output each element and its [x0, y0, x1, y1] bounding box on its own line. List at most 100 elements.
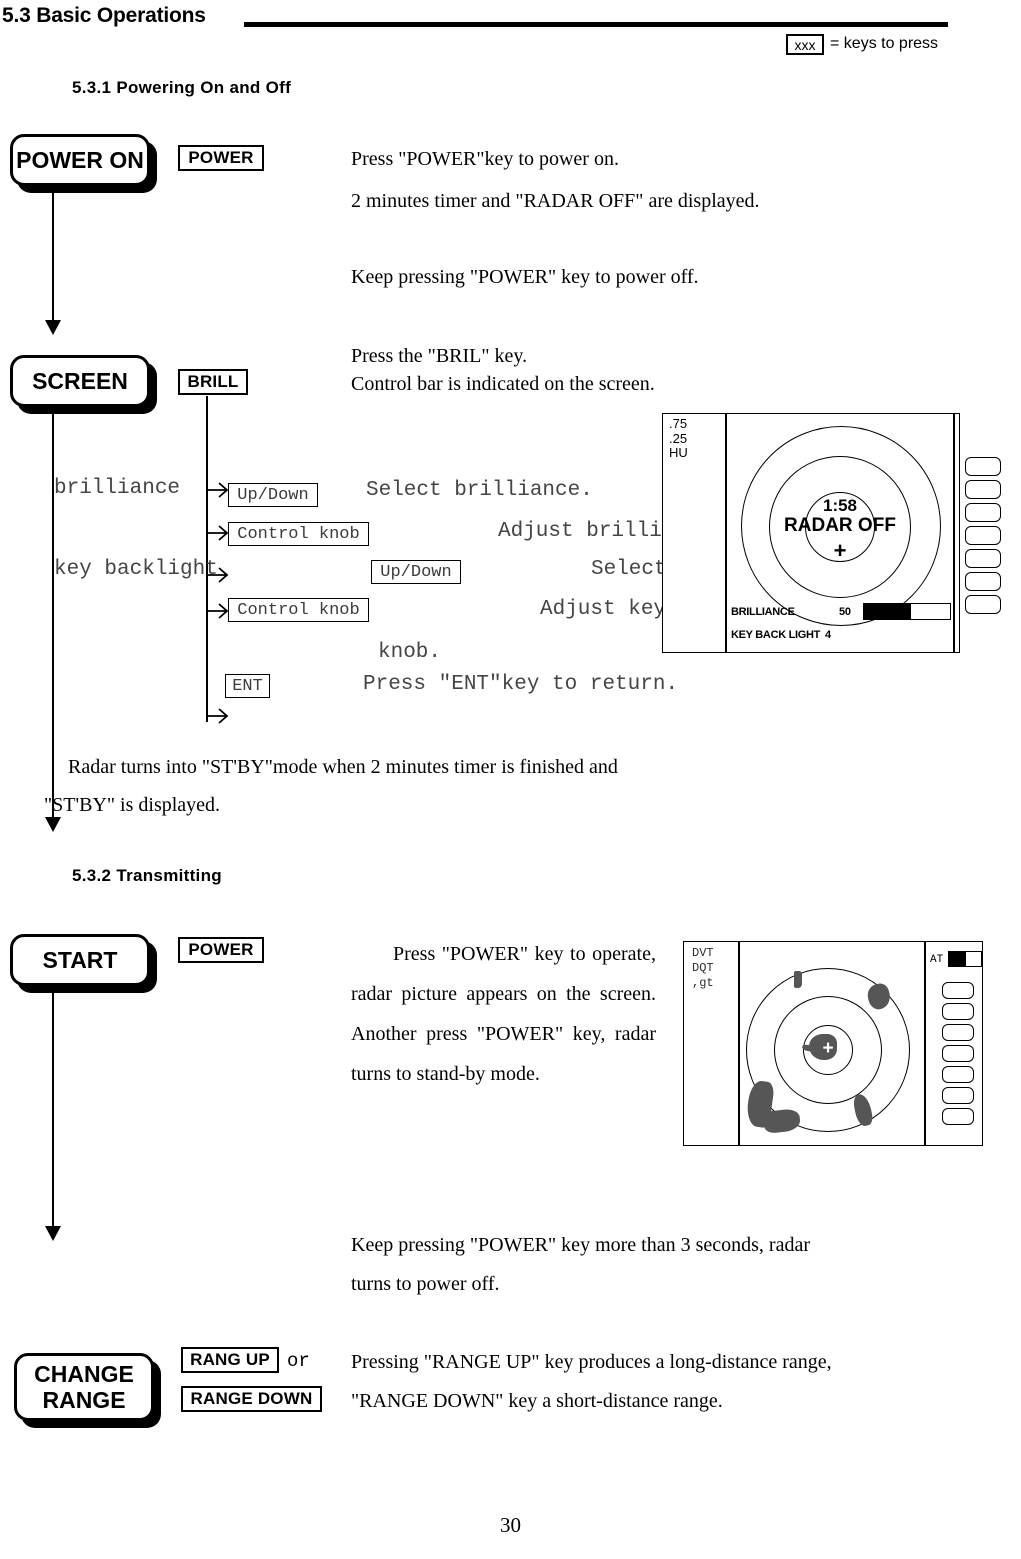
range-keys-conjunction: or	[287, 1350, 310, 1372]
radar-picture-softkey-5[interactable]	[942, 1066, 974, 1083]
connector-start-to-change-range	[52, 988, 54, 1228]
radar-off-timer: 1:58	[822, 496, 858, 515]
tree-item-key-backlight: key backlight	[54, 558, 218, 581]
stage-power-on-label: POWER ON	[16, 146, 144, 173]
key-range-up[interactable]: RANG UP	[181, 1347, 279, 1373]
radar-off-center-mark: +	[833, 538, 847, 563]
key-brill-label: BRILL	[187, 372, 239, 391]
key-up-down-backlight[interactable]: Up/Down	[371, 560, 461, 584]
key-control-knob-backlight[interactable]: Control knob	[228, 598, 369, 622]
section-heading-5-3-1: 5.3.1 Powering On and Off	[72, 78, 292, 97]
key-up-down-brilliance-label: Up/Down	[237, 485, 309, 505]
connector-screen-to-bottom-arrowhead	[45, 817, 61, 832]
radar-off-softkey-7[interactable]	[965, 595, 1001, 614]
radar-picture-softkey-6[interactable]	[942, 1087, 974, 1104]
section-heading-5-3-2: 5.3.2 Transmitting	[72, 866, 222, 885]
radar-off-range-lower: .25	[669, 430, 688, 446]
title-underline-rule	[244, 22, 948, 27]
key-range-down-label: RANGE DOWN	[190, 1389, 313, 1408]
radar-off-softkey-2[interactable]	[965, 480, 1001, 499]
radar-picture-softkey-3[interactable]	[942, 1024, 974, 1041]
radar-echo-north	[794, 971, 802, 988]
key-control-knob-backlight-label: Control knob	[237, 600, 360, 620]
brilliance-bar[interactable]	[863, 603, 951, 620]
power-off-note-line-1: Keep pressing "POWER" key more than 3 se…	[351, 1234, 810, 1256]
key-ent[interactable]: ENT	[225, 674, 270, 698]
tree-desc-ent-return: Press "ENT"key to return.	[363, 673, 679, 696]
screen-text-line-1: Press the "BRIL" key.	[351, 345, 528, 367]
radar-picture-left-divider	[738, 942, 740, 1145]
stby-note-line-1: Radar turns into "ST'BY"mode when 2 minu…	[68, 756, 618, 778]
screen-text-line-2: Control bar is indicated on the screen.	[351, 373, 655, 395]
key-control-knob-brilliance-label: Control knob	[237, 524, 360, 544]
stage-change-range: CHANGE RANGE	[14, 1353, 154, 1421]
radar-picture-label-1: DVT	[692, 946, 714, 960]
power-off-note-line-2: turns to power off.	[351, 1273, 500, 1295]
radar-picture-label-2: DQT	[692, 961, 714, 975]
radar-off-softkey-4[interactable]	[965, 526, 1001, 545]
key-power-2[interactable]: POWER	[178, 937, 264, 963]
key-up-down-backlight-label: Up/Down	[380, 562, 452, 582]
tree-item-brilliance: brilliance	[54, 477, 181, 500]
radar-off-heading-mode: HU	[669, 445, 688, 461]
power-on-text-line-1: Press "POWER"key to power on.	[351, 148, 619, 170]
brilliance-bar-fill	[864, 604, 912, 619]
radar-off-corner-labels: .75 .25 HU	[669, 416, 688, 461]
radar-picture-softkey-4[interactable]	[942, 1045, 974, 1062]
brill-branch-arrow-5	[206, 707, 232, 725]
connector-screen-to-bottom	[52, 409, 54, 819]
key-power-2-label: POWER	[188, 940, 254, 959]
radar-off-display-panel: .75 .25 HU 1:58 RADAR OFF + BRILLIANCE 5…	[662, 413, 1001, 653]
tree-desc-select-brilliance: Select brilliance.	[366, 479, 593, 502]
key-range-down[interactable]: RANGE DOWN	[181, 1386, 322, 1412]
radar-picture-label-3: ,gt	[692, 976, 714, 990]
start-paragraph: Press "POWER" key to operate, radar pict…	[351, 943, 656, 1085]
brilliance-bar-value: 50	[839, 606, 851, 618]
key-backlight-bar-label: KEY BACK LIGHT	[731, 629, 821, 641]
radar-off-status: RADAR OFF	[784, 515, 896, 536]
connector-start-to-change-range-arrowhead	[45, 1226, 61, 1241]
radar-off-softkey-6[interactable]	[965, 572, 1001, 591]
radar-picture-softkey-2[interactable]	[942, 1003, 974, 1020]
tree-desc-knob: knob.	[378, 641, 442, 664]
radar-off-range-upper: .75	[669, 416, 688, 431]
radar-picture-right-divider	[924, 942, 926, 1145]
stage-screen-label: SCREEN	[32, 367, 128, 394]
connector-power-to-screen-arrowhead	[45, 320, 61, 335]
key-control-knob-brilliance[interactable]: Control knob	[228, 522, 369, 546]
radar-echo-southwest-tail	[762, 1108, 802, 1134]
stby-note-line-2: "ST'BY" is displayed.	[44, 794, 221, 816]
stage-screen: SCREEN	[10, 355, 150, 407]
key-power-1-label: POWER	[188, 148, 254, 167]
radar-off-softkey-5[interactable]	[965, 549, 1001, 568]
key-power-1[interactable]: POWER	[178, 145, 264, 171]
legend-caption: = keys to press	[830, 35, 939, 52]
radar-picture-center-mark: +	[822, 1038, 834, 1059]
stage-power-on: POWER ON	[10, 134, 150, 186]
stage-start-label: START	[42, 946, 118, 973]
radar-off-left-divider	[725, 414, 727, 652]
key-up-down-brilliance[interactable]: Up/Down	[228, 483, 318, 507]
stage-start: START	[10, 934, 150, 986]
brilliance-bar-label: BRILLIANCE	[731, 606, 795, 618]
radar-off-softkey-3[interactable]	[965, 503, 1001, 522]
radar-picture-softkey-1[interactable]	[942, 982, 974, 999]
page-title: 5.3 Basic Operations	[2, 4, 206, 27]
change-range-text-line-2: "RANGE DOWN" key a short-distance range.	[351, 1390, 723, 1412]
radar-off-softkey-1[interactable]	[965, 457, 1001, 476]
page-number: 30	[500, 1513, 521, 1537]
power-on-text-line-2: 2 minutes timer and "RADAR OFF" are disp…	[351, 190, 760, 212]
change-range-text-line-1: Pressing "RANGE UP" key produces a long-…	[351, 1351, 832, 1373]
radar-picture-softkey-7[interactable]	[942, 1108, 974, 1125]
stage-change-range-label-line2: RANGE	[42, 1387, 126, 1413]
stage-change-range-label-line1: CHANGE	[34, 1360, 134, 1387]
key-range-up-label: RANG UP	[190, 1350, 270, 1369]
power-on-text-line-3: Keep pressing "POWER" key to power off.	[351, 266, 699, 288]
radar-picture-mode-indicator-highlight	[965, 951, 982, 967]
key-backlight-bar-value: 4	[825, 629, 831, 641]
key-brill[interactable]: BRILL	[178, 369, 248, 395]
legend-key-box: xxx	[786, 34, 824, 55]
connector-power-to-screen	[52, 188, 54, 322]
radar-off-right-divider	[953, 414, 955, 652]
radar-picture-corner-labels: DVT DQT ,gt	[692, 946, 714, 991]
